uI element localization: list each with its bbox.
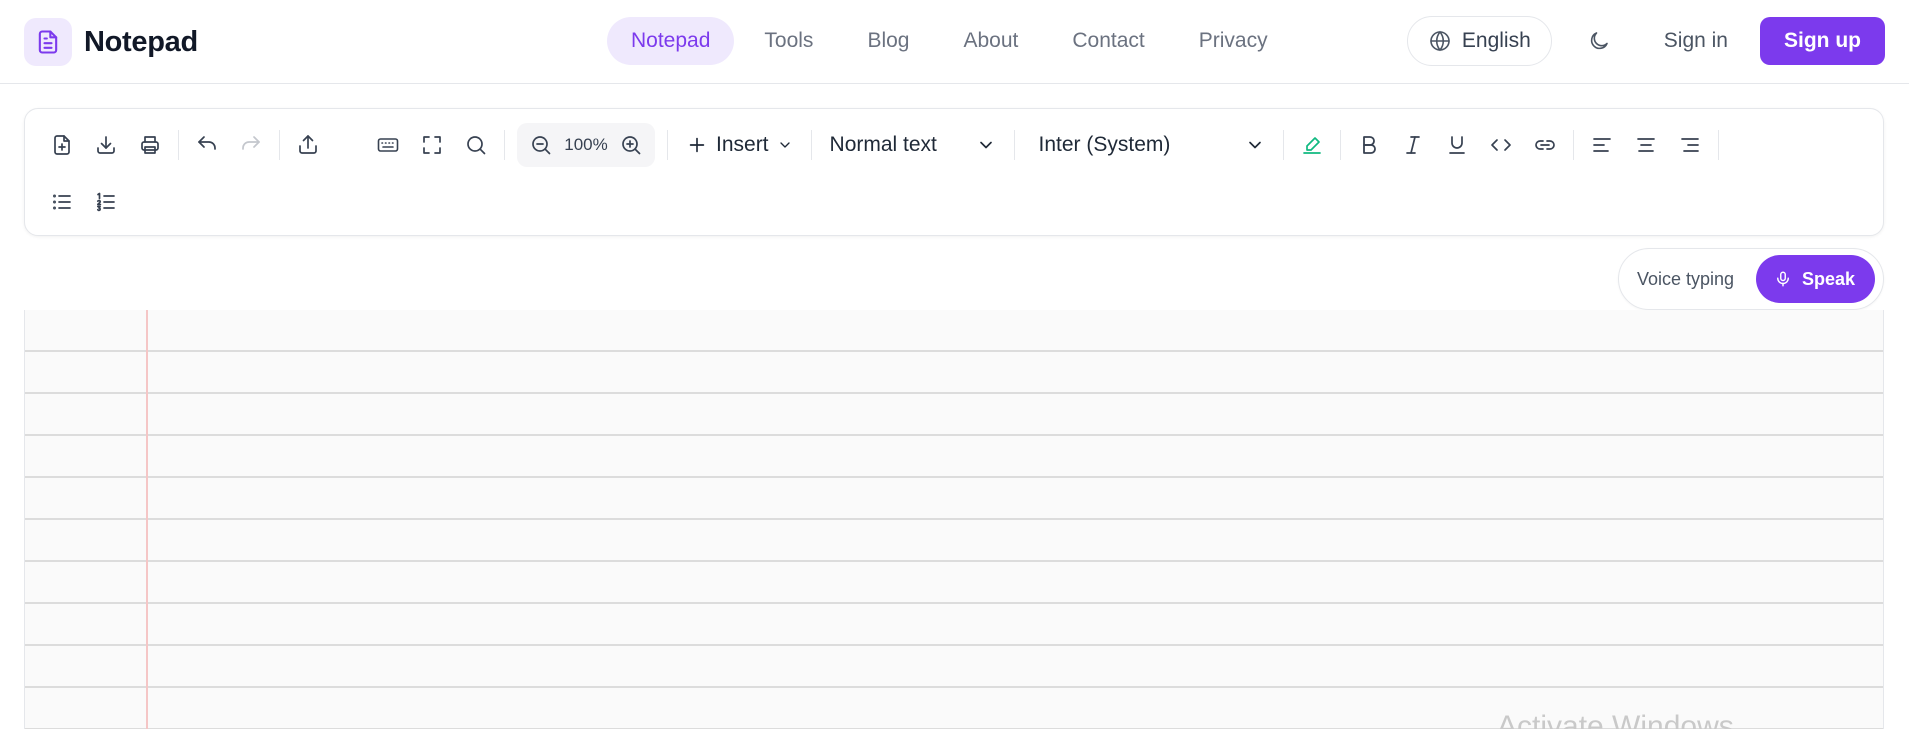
speak-label: Speak: [1801, 268, 1855, 289]
chevron-down-icon: [979, 141, 992, 149]
keyboard-icon: [377, 138, 399, 152]
align-left-icon: [1592, 138, 1611, 152]
numbered-list-icon: [96, 192, 115, 212]
toolbar-divider: [1572, 130, 1574, 160]
toolbar-divider: [279, 130, 280, 160]
toolbar-row-1: 100% Insert Normal text Inter (System): [40, 121, 1725, 169]
keyboard-shortcuts-button[interactable]: [366, 123, 410, 167]
zoom-in-button[interactable]: [611, 125, 651, 165]
bold-button[interactable]: [1347, 123, 1391, 167]
bold-icon: [1362, 136, 1376, 154]
top-header: Notepad Notepad Tools Blog About Contact…: [0, 0, 1909, 84]
paper-margin-line: [146, 310, 148, 729]
plus-icon: [689, 137, 705, 153]
main-nav: Notepad Tools Blog About Contact Privacy: [607, 17, 1292, 65]
voice-typing-label: Voice typing: [1637, 268, 1735, 289]
toolbar-divider: [1339, 130, 1341, 160]
italic-icon: [1405, 136, 1420, 154]
bullet-list-icon: [53, 194, 71, 210]
search-icon: [467, 136, 486, 155]
microphone-icon: [1776, 271, 1789, 287]
notepad-file-icon: [24, 18, 72, 66]
sign-up-button[interactable]: Sign up: [1760, 17, 1885, 65]
toolbar-divider: [178, 130, 179, 160]
theme-toggle-button[interactable]: [1574, 16, 1624, 66]
chevron-down-icon: [779, 142, 790, 148]
download-icon: [97, 136, 115, 154]
underline-button[interactable]: [1435, 123, 1479, 167]
align-center-button[interactable]: [1624, 123, 1668, 167]
share-button[interactable]: [286, 123, 330, 167]
redo-button[interactable]: [229, 123, 273, 167]
toolbar-divider: [1013, 130, 1015, 160]
link-button[interactable]: [1523, 123, 1567, 167]
align-left-button[interactable]: [1580, 123, 1624, 167]
undo-button[interactable]: [185, 123, 229, 167]
toolbar-divider: [504, 130, 505, 160]
voice-typing-control: Voice typing Speak: [1618, 248, 1884, 310]
highlight-icon: [1302, 137, 1321, 154]
language-label: English: [1461, 29, 1531, 52]
language-selector[interactable]: English: [1406, 16, 1552, 66]
highlight-button[interactable]: [1290, 123, 1334, 167]
moon-icon: [1590, 32, 1608, 50]
text-style-select[interactable]: Normal text: [818, 123, 1008, 167]
header-actions: English Sign in Sign up: [1406, 16, 1885, 66]
redo-icon: [242, 136, 260, 150]
link-icon: [1534, 140, 1555, 150]
sign-in-link[interactable]: Sign in: [1646, 16, 1746, 66]
nav-item-tools[interactable]: Tools: [740, 17, 837, 65]
zoom-out-icon: [532, 136, 551, 155]
new-file-icon: [54, 135, 70, 155]
insert-menu-button[interactable]: Insert: [674, 123, 805, 167]
code-icon: [1490, 139, 1511, 151]
share-icon: [299, 135, 317, 154]
fullscreen-icon: [423, 136, 441, 154]
insert-label: Insert: [716, 133, 769, 156]
fullscreen-button[interactable]: [410, 123, 454, 167]
download-button[interactable]: [84, 123, 128, 167]
zoom-control: 100%: [517, 123, 655, 167]
nav-item-contact[interactable]: Contact: [1048, 17, 1168, 65]
code-button[interactable]: [1479, 123, 1523, 167]
find-button[interactable]: [454, 123, 498, 167]
font-family-select[interactable]: Inter (System): [1021, 123, 1277, 167]
align-right-button[interactable]: [1668, 123, 1712, 167]
undo-icon: [198, 136, 216, 150]
globe-icon: [1430, 30, 1450, 52]
brand-name: Notepad: [84, 25, 198, 58]
speak-button[interactable]: Speak: [1755, 255, 1875, 303]
zoom-in-icon: [622, 136, 641, 155]
underline-icon: [1448, 136, 1465, 154]
toolbar-divider: [810, 130, 812, 160]
toolbar-divider: [1717, 130, 1719, 160]
print-icon: [141, 136, 159, 154]
toolbar-divider: [667, 130, 668, 160]
italic-button[interactable]: [1391, 123, 1435, 167]
nav-item-blog[interactable]: Blog: [843, 17, 933, 65]
nav-item-about[interactable]: About: [939, 17, 1042, 65]
toolbar-row-2: [40, 178, 128, 226]
new-file-button[interactable]: [40, 123, 84, 167]
print-button[interactable]: [128, 123, 172, 167]
zoom-out-button[interactable]: [521, 125, 561, 165]
zoom-level: 100%: [564, 135, 608, 154]
nav-item-privacy[interactable]: Privacy: [1175, 17, 1292, 65]
activate-windows-watermark: Activate Windows: [1497, 710, 1734, 729]
nav-item-notepad[interactable]: Notepad: [607, 17, 735, 65]
align-center-icon: [1636, 138, 1655, 152]
brand-logo-link[interactable]: Notepad: [24, 18, 198, 66]
notepad-editor[interactable]: [24, 310, 1884, 729]
numbered-list-button[interactable]: [84, 180, 128, 224]
bullet-list-button[interactable]: [40, 180, 84, 224]
toolbar-divider: [1282, 130, 1284, 160]
font-family-value: Inter (System): [1038, 133, 1171, 156]
text-style-value: Normal text: [829, 133, 937, 156]
align-right-icon: [1680, 138, 1699, 152]
chevron-down-icon: [1248, 141, 1261, 149]
